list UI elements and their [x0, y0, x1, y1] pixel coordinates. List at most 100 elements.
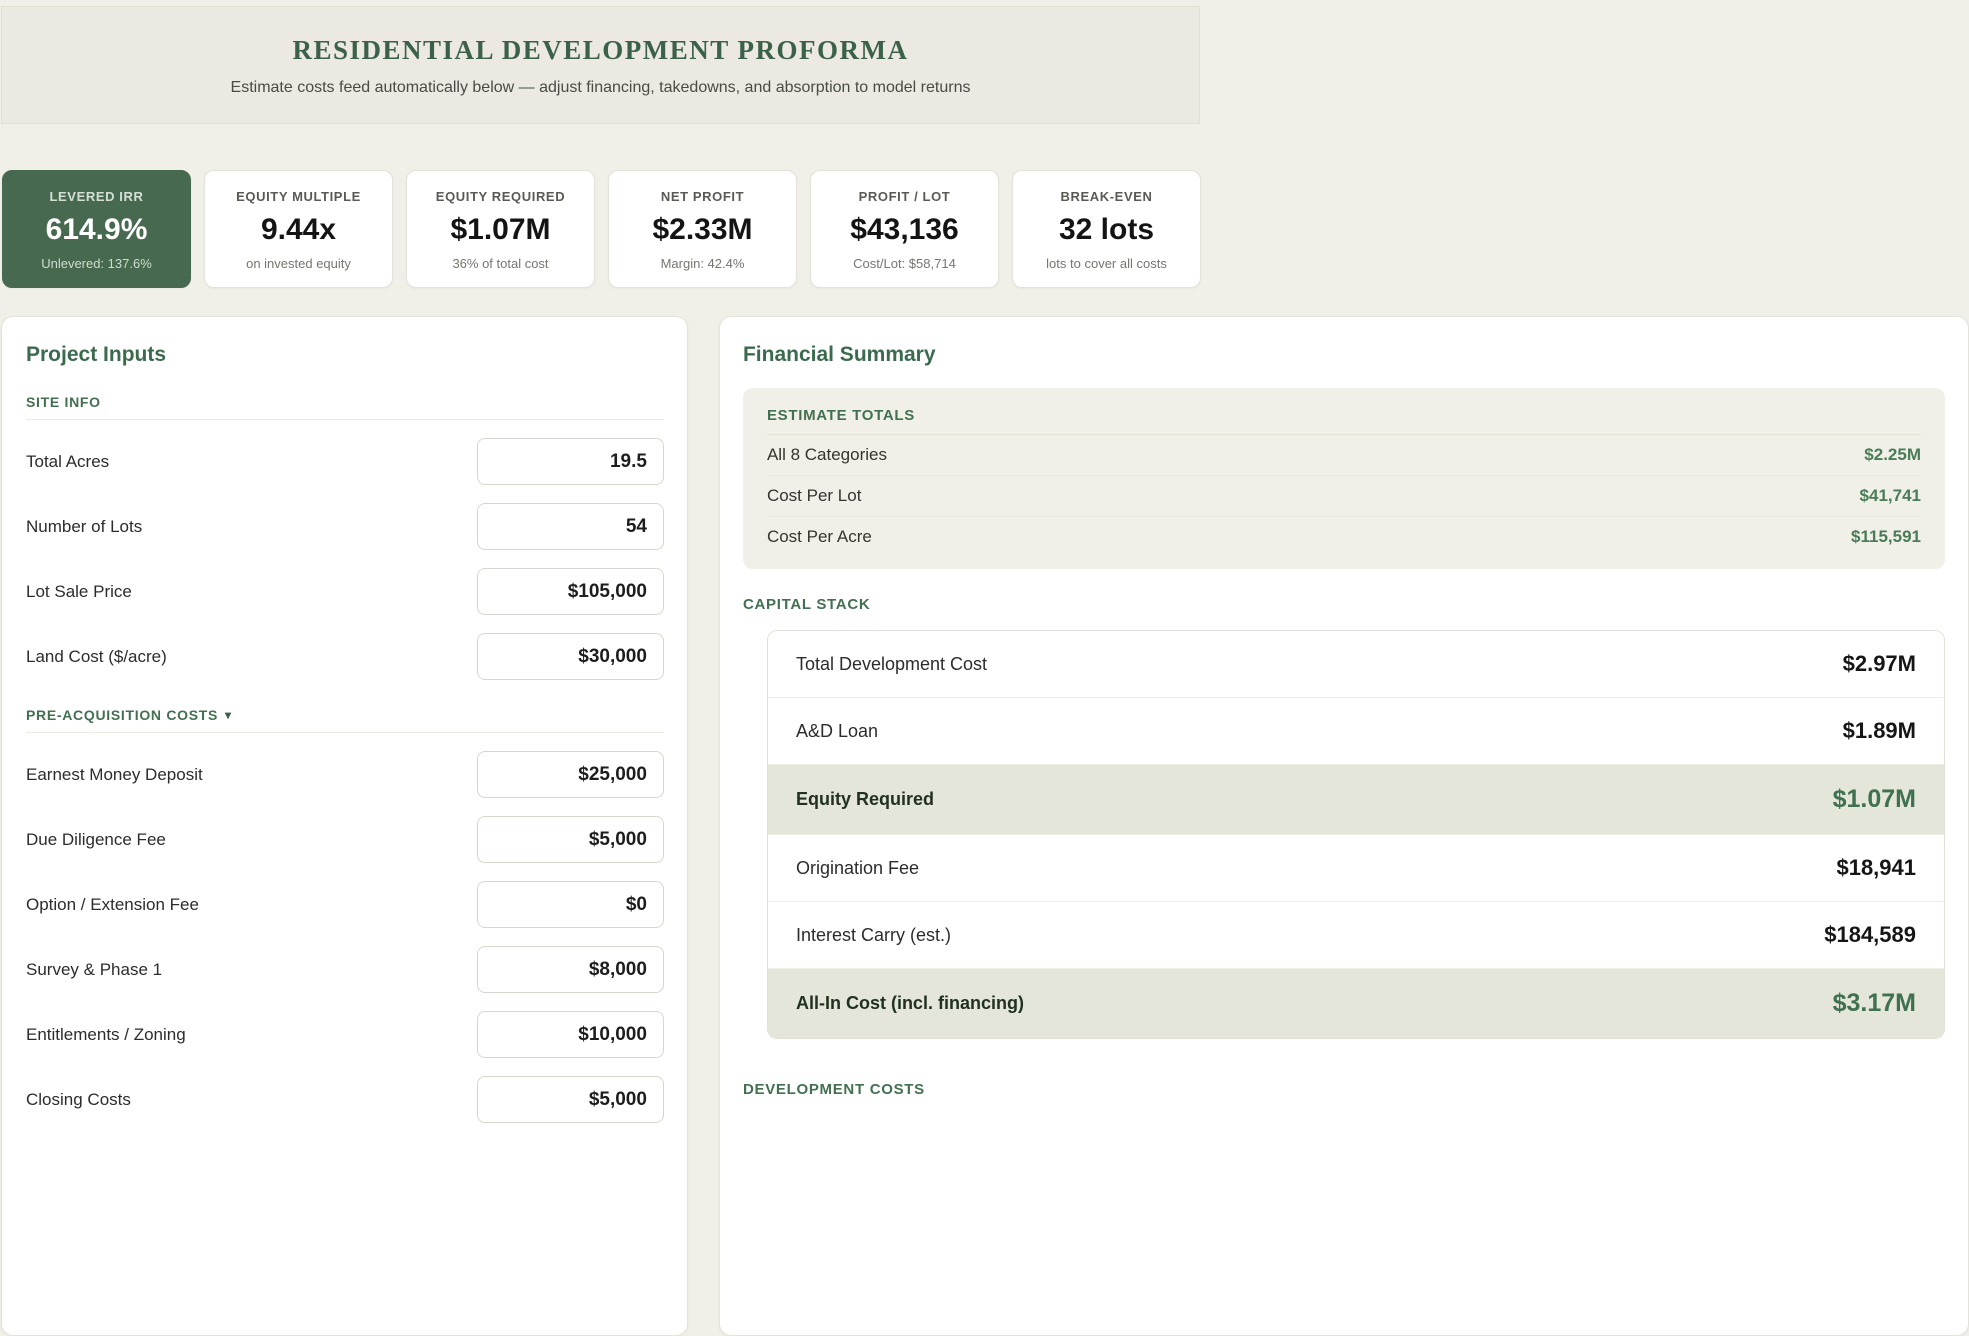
closing-costs-input[interactable] [477, 1076, 664, 1123]
entitlements-zoning-input[interactable] [477, 1011, 664, 1058]
input-label: Survey & Phase 1 [26, 960, 162, 980]
cap-value: $3.17M [1833, 989, 1916, 1018]
cap-label: All-In Cost (incl. financing) [796, 993, 1024, 1014]
input-label: Number of Lots [26, 517, 142, 537]
input-row: Land Cost ($/acre) [26, 633, 664, 680]
input-row: Earnest Money Deposit [26, 751, 664, 798]
input-label: Lot Sale Price [26, 582, 132, 602]
totals-label: Cost Per Lot [767, 486, 862, 506]
totals-value: $2.25M [1864, 445, 1921, 465]
earnest-money-deposit-input[interactable] [477, 751, 664, 798]
kpi-sub: lots to cover all costs [1021, 256, 1192, 271]
kpi-sub: Cost/Lot: $58,714 [819, 256, 990, 271]
kpi-value: 32 lots [1021, 213, 1192, 247]
kpi-net-profit: NET PROFIT $2.33M Margin: 42.4% [608, 170, 797, 288]
input-label: Due Diligence Fee [26, 830, 166, 850]
section-heading-label: PRE-ACQUISITION COSTS [26, 707, 218, 723]
input-label: Earnest Money Deposit [26, 765, 203, 785]
cap-row-origination-fee: Origination Fee $18,941 [768, 835, 1944, 902]
cap-value: $18,941 [1836, 855, 1916, 881]
financial-summary-title: Financial Summary [743, 343, 1945, 367]
section-heading-site-info: SITE INFO [26, 394, 664, 420]
kpi-equity-multiple: EQUITY MULTIPLE 9.44x on invested equity [204, 170, 393, 288]
capital-stack-box: Total Development Cost $2.97M A&D Loan $… [767, 630, 1945, 1039]
cap-label: Equity Required [796, 789, 934, 810]
option-extension-fee-input[interactable] [477, 881, 664, 928]
land-cost-per-acre-input[interactable] [477, 633, 664, 680]
input-row: Total Acres [26, 438, 664, 485]
capital-stack-heading: CAPITAL STACK [743, 596, 1945, 613]
input-row: Due Diligence Fee [26, 816, 664, 863]
financial-summary-panel: Financial Summary ESTIMATE TOTALS All 8 … [719, 316, 1969, 1336]
cap-row-total-development-cost: Total Development Cost $2.97M [768, 631, 1944, 698]
cap-label: Origination Fee [796, 858, 919, 879]
estimate-totals-box: ESTIMATE TOTALS All 8 Categories $2.25M … [743, 388, 1945, 569]
due-diligence-fee-input[interactable] [477, 816, 664, 863]
input-row: Closing Costs [26, 1076, 664, 1123]
input-row: Number of Lots [26, 503, 664, 550]
kpi-sub: 36% of total cost [415, 256, 586, 271]
totals-row-cost-per-acre: Cost Per Acre $115,591 [767, 517, 1921, 557]
input-label: Total Acres [26, 452, 109, 472]
kpi-label: LEVERED IRR [11, 189, 182, 204]
project-inputs-panel: Project Inputs SITE INFO Total Acres Num… [1, 316, 688, 1336]
cap-value: $184,589 [1824, 922, 1916, 948]
cap-value: $1.07M [1833, 785, 1916, 814]
cap-value: $1.89M [1843, 718, 1916, 744]
kpi-profit-per-lot: PROFIT / LOT $43,136 Cost/Lot: $58,714 [810, 170, 999, 288]
lot-sale-price-input[interactable] [477, 568, 664, 615]
kpi-label: EQUITY REQUIRED [415, 189, 586, 204]
page-title: RESIDENTIAL DEVELOPMENT PROFORMA [22, 35, 1179, 66]
chevron-down-icon: ▾ [225, 708, 232, 722]
survey-phase-1-input[interactable] [477, 946, 664, 993]
page-header: RESIDENTIAL DEVELOPMENT PROFORMA Estimat… [1, 6, 1200, 124]
number-of-lots-input[interactable] [477, 503, 664, 550]
cap-row-interest-carry: Interest Carry (est.) $184,589 [768, 902, 1944, 969]
totals-row-all-categories: All 8 Categories $2.25M [767, 435, 1921, 476]
kpi-sub: on invested equity [213, 256, 384, 271]
kpi-sub: Margin: 42.4% [617, 256, 788, 271]
input-label: Land Cost ($/acre) [26, 647, 167, 667]
kpi-label: PROFIT / LOT [819, 189, 990, 204]
page-subtitle: Estimate costs feed automatically below … [22, 79, 1179, 97]
kpi-label: NET PROFIT [617, 189, 788, 204]
totals-row-cost-per-lot: Cost Per Lot $41,741 [767, 476, 1921, 517]
input-row: Option / Extension Fee [26, 881, 664, 928]
kpi-break-even: BREAK-EVEN 32 lots lots to cover all cos… [1012, 170, 1201, 288]
totals-label: Cost Per Acre [767, 527, 872, 547]
kpi-value: $1.07M [415, 213, 586, 247]
kpi-value: $43,136 [819, 213, 990, 247]
total-acres-input[interactable] [477, 438, 664, 485]
cap-value: $2.97M [1843, 651, 1916, 677]
kpi-label: BREAK-EVEN [1021, 189, 1192, 204]
input-row: Lot Sale Price [26, 568, 664, 615]
kpi-value: 9.44x [213, 213, 384, 247]
kpi-sub: Unlevered: 137.6% [11, 256, 182, 271]
cap-label: Total Development Cost [796, 654, 987, 675]
estimate-totals-heading: ESTIMATE TOTALS [767, 407, 1921, 435]
project-inputs-title: Project Inputs [26, 343, 664, 367]
input-label: Option / Extension Fee [26, 895, 199, 915]
input-row: Entitlements / Zoning [26, 1011, 664, 1058]
input-label: Entitlements / Zoning [26, 1025, 186, 1045]
cap-label: Interest Carry (est.) [796, 925, 951, 946]
development-costs-heading: DEVELOPMENT COSTS [743, 1081, 1945, 1098]
cap-label: A&D Loan [796, 721, 878, 742]
totals-label: All 8 Categories [767, 445, 887, 465]
cap-row-equity-required: Equity Required $1.07M [768, 765, 1944, 835]
section-heading-pre-acquisition-costs[interactable]: PRE-ACQUISITION COSTS ▾ [26, 707, 664, 733]
kpi-label: EQUITY MULTIPLE [213, 189, 384, 204]
cap-row-all-in-cost: All-In Cost (incl. financing) $3.17M [768, 969, 1944, 1038]
kpi-equity-required: EQUITY REQUIRED $1.07M 36% of total cost [406, 170, 595, 288]
main-content: Project Inputs SITE INFO Total Acres Num… [1, 316, 1969, 1336]
kpi-value: 614.9% [11, 213, 182, 247]
input-label: Closing Costs [26, 1090, 131, 1110]
totals-value: $41,741 [1860, 486, 1921, 506]
kpi-levered-irr: LEVERED IRR 614.9% Unlevered: 137.6% [2, 170, 191, 288]
kpi-value: $2.33M [617, 213, 788, 247]
section-heading-label: SITE INFO [26, 394, 101, 410]
kpi-row: LEVERED IRR 614.9% Unlevered: 137.6% EQU… [2, 170, 1201, 288]
cap-row-ad-loan: A&D Loan $1.89M [768, 698, 1944, 765]
totals-value: $115,591 [1851, 527, 1921, 547]
input-row: Survey & Phase 1 [26, 946, 664, 993]
